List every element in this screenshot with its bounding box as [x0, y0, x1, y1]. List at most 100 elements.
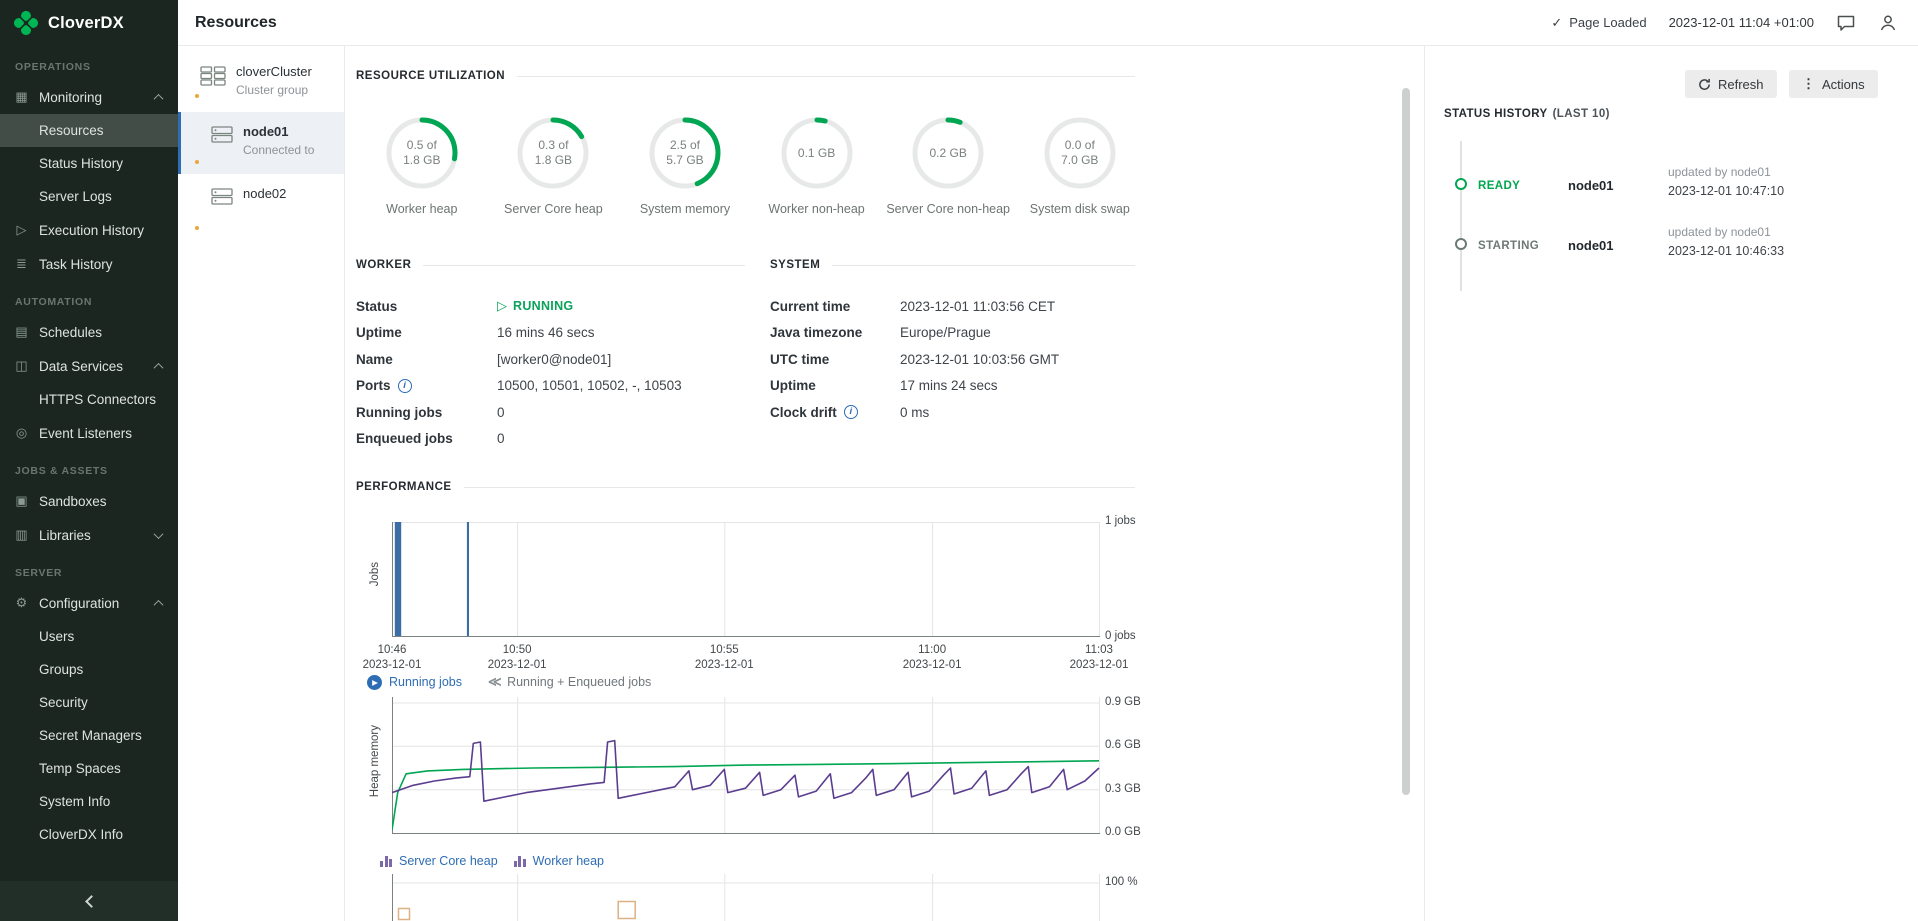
jobs-axis-label: Jobs: [369, 562, 381, 586]
feedback-icon[interactable]: [1836, 13, 1856, 33]
sidebar-item-task-history[interactable]: ≣Task History: [0, 247, 178, 281]
user-icon[interactable]: [1878, 13, 1898, 33]
legend-running-enqueued-jobs[interactable]: ≪Running + Enqueued jobs: [488, 674, 651, 690]
worker-title: WORKER: [356, 259, 411, 271]
info-icon[interactable]: i: [844, 405, 858, 419]
tree-item-node01[interactable]: node01Connected to: [178, 112, 344, 174]
resource-utilization-title: RESOURCE UTILIZATION: [356, 70, 505, 82]
cpu-chart-plot: [392, 874, 1100, 921]
data-services-icon: ◫: [13, 358, 30, 374]
sidebar-item-security[interactable]: Security: [0, 686, 178, 719]
cpu-ytick: 100 %: [1105, 876, 1138, 888]
sidebar-item-https-connectors[interactable]: HTTPS Connectors: [0, 383, 178, 416]
page-title: Resources: [195, 14, 277, 32]
status-entry-ready: READY node01 updated by node012023-12-01 1…: [1425, 156, 1918, 216]
page-loaded-label: Page Loaded: [1569, 15, 1646, 30]
gauge-value: 0.2 GB: [909, 114, 987, 192]
sidebar-item-groups[interactable]: Groups: [0, 653, 178, 686]
gauge-system-disk-swap: 0.0 of7.0 GBSystem disk swap: [1014, 114, 1146, 216]
gauge-system-memory: 2.5 of5.7 GBSystem memory: [619, 114, 751, 216]
gauge-ring: 0.2 GB: [909, 114, 987, 192]
status-timestamp: 2023-12-01 10:46:33: [1668, 244, 1784, 258]
main-scrollbar[interactable]: [1402, 88, 1410, 795]
gauge-worker-heap: 0.5 of1.8 GBWorker heap: [356, 114, 488, 216]
sidebar-item-event-listeners[interactable]: ◎Event Listeners: [0, 416, 178, 450]
system-title: SYSTEM: [770, 259, 820, 271]
monitoring-icon: ▦: [13, 89, 30, 105]
sidebar-item-users[interactable]: Users: [0, 620, 178, 653]
time-xtick: 10:552023-12-01: [695, 643, 754, 673]
sidebar-item-status-history[interactable]: Status History: [0, 147, 178, 180]
sidebar-item-cloverdx-info[interactable]: CloverDX Info: [0, 818, 178, 851]
divider: [464, 487, 1135, 488]
status-label: READY: [1478, 180, 1520, 192]
status-entry-starting: STARTINGnode01updated by node012023-12-0…: [1425, 216, 1918, 276]
page-loaded-status: ✓ Page Loaded: [1551, 15, 1646, 31]
field-value: 0: [497, 405, 745, 420]
execution-history-icon: ▷: [13, 222, 30, 238]
sidebar-section-jobs-assets: JOBS & ASSETS: [0, 450, 178, 484]
sidebar-item-schedules[interactable]: ▤Schedules: [0, 315, 178, 349]
sidebar-nav: OPERATIONS▦MonitoringResourcesStatus His…: [0, 46, 178, 851]
sidebar-item-execution-history[interactable]: ▷Execution History: [0, 213, 178, 247]
gauge-value: 0.0 of7.0 GB: [1041, 114, 1119, 192]
status-meta: updated by node012023-12-01 10:47:10: [1668, 165, 1784, 198]
gauge-server-core-heap: 0.3 of1.8 GBServer Core heap: [488, 114, 620, 216]
sidebar-item-configuration[interactable]: ⚙Configuration: [0, 586, 178, 620]
heap-chart-legend: Server Core heap Worker heap: [380, 854, 604, 868]
sidebar-section-automation: AUTOMATION: [0, 281, 178, 315]
play-icon: ▷: [497, 298, 507, 313]
status-circle-icon: [1455, 178, 1467, 190]
tree-connector-dot: [195, 226, 199, 230]
play-circle-icon: ▶: [367, 675, 382, 690]
field-value: 16 mins 46 secs: [497, 325, 745, 340]
header-timestamp: 2023-12-01 11:04 +01:00: [1669, 15, 1814, 30]
sidebar-item-temp-spaces[interactable]: Temp Spaces: [0, 752, 178, 785]
status-label: STARTING: [1478, 240, 1539, 252]
gauge-value: 2.5 of5.7 GB: [646, 114, 724, 192]
field-value: 2023-12-01 10:03:56 GMT: [900, 352, 1135, 367]
topbar: Resources ✓ Page Loaded 2023-12-01 11:04…: [178, 0, 1918, 46]
gauge-label: Worker heap: [386, 202, 457, 216]
tree-item-node02[interactable]: node02: [178, 174, 344, 236]
heap-ytick: 0.3 GB: [1105, 783, 1141, 795]
bar-chart-icon: [380, 855, 392, 867]
sidebar-item-secret-managers[interactable]: Secret Managers: [0, 719, 178, 752]
bar-chart-icon: [514, 855, 526, 867]
status-node-name: node01: [1568, 178, 1614, 193]
gauge-value: 0.1 GB: [778, 114, 856, 192]
divider: [517, 76, 1135, 77]
check-icon: ✓: [1551, 15, 1562, 31]
field-clock-drift: Clock drifti0 ms: [770, 399, 1135, 426]
tree-item-clovercluster[interactable]: cloverClusterCluster group: [178, 58, 344, 112]
server-node-icon: [211, 188, 233, 236]
chevron-up-icon: [154, 362, 164, 372]
legend-worker-heap[interactable]: Worker heap: [514, 854, 604, 868]
sidebar-item-libraries[interactable]: ▥Libraries: [0, 518, 178, 552]
field-running-jobs: Running jobs0: [356, 399, 745, 426]
chevron-down-icon: [154, 529, 164, 539]
gauge-label: Worker non-heap: [768, 202, 864, 216]
sidebar-item-resources[interactable]: Resources: [0, 114, 178, 147]
jobs-ytick: 1 jobs: [1105, 515, 1136, 527]
sidebar-collapse-button[interactable]: [0, 881, 178, 921]
field-java-timezone: Java timezoneEurope/Prague: [770, 320, 1135, 347]
legend-running-jobs[interactable]: ▶Running jobs: [367, 675, 462, 690]
performance-header: PERFORMANCE: [356, 479, 1135, 495]
sidebar-item-system-info[interactable]: System Info: [0, 785, 178, 818]
cloverdx-logo-icon: [13, 10, 39, 36]
gauge-worker-non-heap: 0.1 GB Worker non-heap: [751, 114, 883, 216]
app-logo[interactable]: CloverDX: [0, 0, 178, 46]
field-enqueued-jobs: Enqueued jobs0: [356, 426, 745, 453]
double-chevron-icon: ≪: [488, 674, 500, 690]
status-updated-by: updated by node01: [1668, 165, 1784, 179]
info-icon[interactable]: i: [398, 379, 412, 393]
sidebar-item-data-services[interactable]: ◫Data Services: [0, 349, 178, 383]
sidebar-item-monitoring[interactable]: ▦Monitoring: [0, 80, 178, 114]
sidebar-item-server-logs[interactable]: Server Logs: [0, 180, 178, 213]
gauge-value: 0.3 of1.8 GB: [514, 114, 592, 192]
sidebar-item-sandboxes[interactable]: ▣Sandboxes: [0, 484, 178, 518]
time-xtick: 11:002023-12-01: [903, 643, 962, 673]
field-current-time: Current time2023-12-01 11:03:56 CET: [770, 293, 1135, 320]
legend-server-core-heap[interactable]: Server Core heap: [380, 854, 498, 868]
